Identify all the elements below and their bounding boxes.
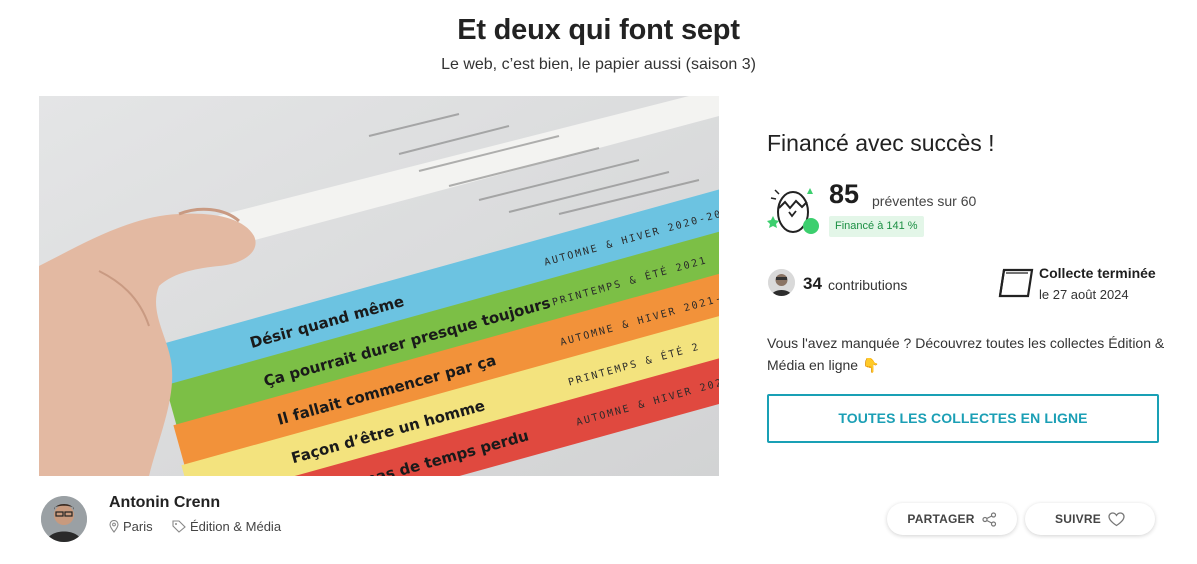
campaign-end-date: le 27 août 2024 [1039, 287, 1129, 302]
share-icon [981, 511, 996, 527]
funding-status: Financé avec succès ! [767, 130, 995, 156]
location-pin-icon [109, 520, 119, 533]
follow-label: SUIVRE [1055, 512, 1101, 526]
contributions-label: contributions [828, 277, 908, 293]
tag-icon [172, 520, 186, 533]
page-subtitle: Le web, c’est bien, le papier aussi (sai… [441, 56, 756, 73]
calendar-icon [998, 267, 1034, 299]
preorders-goal-label: préventes sur 60 [872, 193, 977, 209]
campaign-end-title: Collecte terminée [1039, 265, 1156, 281]
author-location: Paris [109, 519, 153, 534]
funded-percentage-badge: Financé à 141 % [829, 216, 924, 237]
contributions-count: 34 [803, 274, 822, 293]
missed-campaign-text: Vous l'avez manquée ? Découvrez toutes l… [767, 335, 1165, 373]
share-button[interactable]: PARTAGER [887, 503, 1017, 535]
follow-button[interactable]: SUIVRE [1025, 503, 1155, 535]
author-name[interactable]: Antonin Crenn [109, 494, 220, 512]
preorders-count: 85 [829, 179, 860, 209]
hatching-egg-icon [765, 182, 821, 238]
all-online-campaigns-button[interactable]: TOUTES LES COLLECTES EN LIGNE [767, 394, 1159, 443]
category-label: Édition & Média [190, 519, 282, 534]
page-title: Et deux qui font sept [457, 14, 740, 46]
location-label: Paris [123, 519, 153, 534]
books-photo: Désir quand mêmeAUTOMNE & HIVER 2020-202… [39, 96, 719, 476]
contributor-avatar [768, 269, 795, 296]
project-hero-image[interactable]: Désir quand même AUTOMNE & HIVER 2020-202… [39, 96, 719, 476]
share-label: PARTAGER [907, 512, 975, 526]
project-category[interactable]: Édition & Média [172, 519, 281, 534]
heart-icon [1108, 511, 1125, 526]
author-avatar[interactable] [41, 496, 87, 542]
